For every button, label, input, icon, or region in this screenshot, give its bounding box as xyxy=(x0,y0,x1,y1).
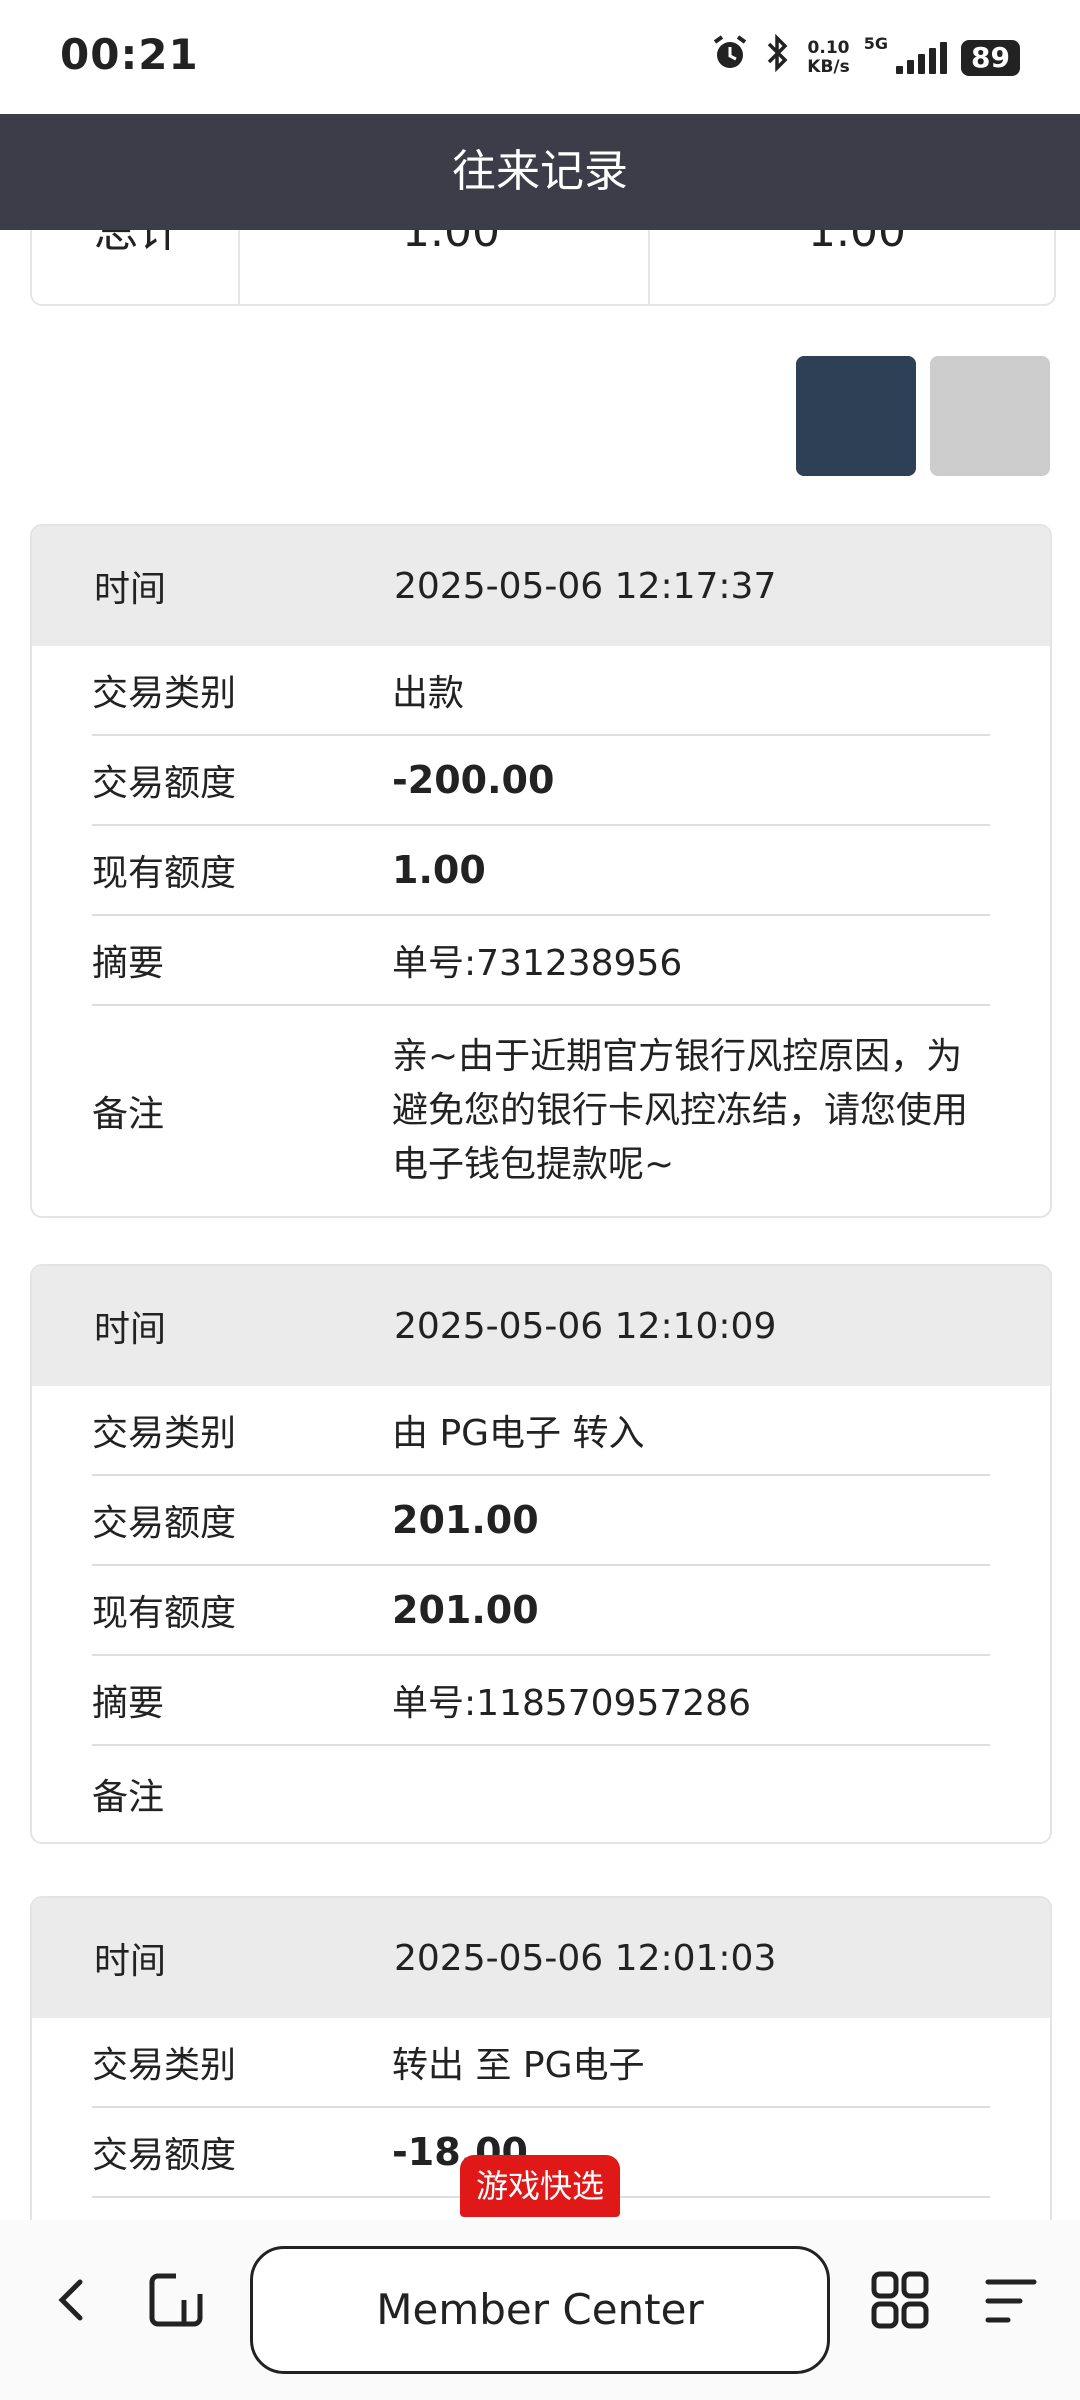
record-row-balance: 现有额度 201.00 xyxy=(92,1566,990,1656)
note-label: 备注 xyxy=(92,1094,165,1135)
alarm-icon xyxy=(711,34,749,81)
amount-value: -200.00 xyxy=(392,758,555,802)
battery-level: 89 xyxy=(961,39,1020,76)
bluetooth-icon xyxy=(763,33,793,81)
prev-page-button[interactable] xyxy=(796,356,916,476)
record-row-amount: 交易额度 201.00 xyxy=(92,1476,990,1566)
apps-grid-icon[interactable] xyxy=(870,2270,930,2330)
records-content[interactable]: 总计 1.00 1.00 时间 2025-05-06 12:17:37 交易类别… xyxy=(0,230,1080,2220)
summary-field-label: 摘要 xyxy=(92,943,165,984)
back-icon[interactable] xyxy=(50,2270,90,2330)
summary-field-value: 单号:731238956 xyxy=(392,943,683,984)
summary-divider xyxy=(238,230,240,304)
member-center-button[interactable]: Member Center xyxy=(250,2246,830,2374)
bottom-nav: Member Center xyxy=(0,2220,1080,2400)
summary-col2: 1.00 xyxy=(808,230,906,257)
amount-label: 交易额度 xyxy=(92,2135,237,2176)
record-card: 时间 2025-05-06 12:10:09 交易类别 由 PG电子 转入 交易… xyxy=(30,1264,1052,1844)
time-label: 时间 xyxy=(94,569,167,610)
summary-table: 总计 1.00 1.00 xyxy=(30,230,1056,306)
type-value: 转出 至 PG电子 xyxy=(392,2045,645,2086)
time-label: 时间 xyxy=(94,1309,167,1350)
page-title: 往来记录 xyxy=(452,146,628,197)
net-speed: 0.10 KB/s xyxy=(807,37,850,77)
status-time: 00:21 xyxy=(60,30,199,79)
signal-icon xyxy=(896,41,948,74)
time-value: 2025-05-06 12:17:37 xyxy=(394,565,777,607)
record-row-note: 备注 xyxy=(92,1746,990,1842)
status-icons: 0.10 KB/s 5G 89 xyxy=(711,33,1020,81)
time-value: 2025-05-06 12:10:09 xyxy=(394,1305,777,1347)
balance-value: 201.00 xyxy=(392,1588,539,1632)
note-value: 亲~由于近期官方银行风控原因，为避免您的银行卡风控冻结，请您使用电子钱包提款呢~ xyxy=(392,1036,969,1185)
record-header: 时间 2025-05-06 12:01:03 xyxy=(32,1898,1050,2018)
amount-label: 交易额度 xyxy=(92,1503,237,1544)
summary-divider xyxy=(648,230,650,304)
status-bar: 00:21 0.10 KB/s 5G 89 xyxy=(0,0,1080,114)
record-card: 时间 2025-05-06 12:17:37 交易类别 出款 交易额度 -200… xyxy=(30,524,1052,1218)
net-speed-value: 0.10 xyxy=(807,37,850,58)
record-row-balance: 现有额度 1.00 xyxy=(92,826,990,916)
amount-value: 201.00 xyxy=(392,1498,539,1542)
menu-icon[interactable] xyxy=(984,2276,1038,2326)
note-label: 备注 xyxy=(92,1777,165,1818)
next-page-button[interactable] xyxy=(930,356,1050,476)
record-row-summary: 摘要 单号:731238956 xyxy=(92,916,990,1006)
net-speed-unit: KB/s xyxy=(807,56,850,77)
summary-col1: 1.00 xyxy=(402,230,500,257)
summary-label: 总计 xyxy=(94,230,182,257)
type-label: 交易类别 xyxy=(92,673,237,714)
record-row-note: 备注 亲~由于近期官方银行风控原因，为避免您的银行卡风控冻结，请您使用电子钱包提… xyxy=(92,1006,990,1216)
tabs-icon[interactable] xyxy=(148,2272,204,2328)
type-value: 出款 xyxy=(392,673,465,714)
record-row-summary: 摘要 单号:118570957286 xyxy=(92,1656,990,1746)
amount-label: 交易额度 xyxy=(92,763,237,804)
record-row-amount: 交易额度 -200.00 xyxy=(92,736,990,826)
network-type: 5G xyxy=(863,34,889,53)
type-value: 由 PG电子 转入 xyxy=(392,1413,645,1454)
page-header: 往来记录 xyxy=(0,114,1080,230)
balance-label: 现有额度 xyxy=(92,1593,237,1634)
type-label: 交易类别 xyxy=(92,2045,237,2086)
time-label: 时间 xyxy=(94,1941,167,1982)
record-row-type: 交易类别 出款 xyxy=(92,646,990,736)
record-header: 时间 2025-05-06 12:10:09 xyxy=(32,1266,1050,1386)
balance-label: 现有额度 xyxy=(92,853,237,894)
game-quick-select-button[interactable]: 游戏快选 xyxy=(460,2155,620,2217)
balance-value: 1.00 xyxy=(392,848,486,892)
record-row-type: 交易类别 转出 至 PG电子 xyxy=(92,2018,990,2108)
time-value: 2025-05-06 12:01:03 xyxy=(394,1937,777,1979)
summary-field-label: 摘要 xyxy=(92,1683,165,1724)
summary-field-value: 单号:118570957286 xyxy=(392,1683,751,1724)
record-header: 时间 2025-05-06 12:17:37 xyxy=(32,526,1050,646)
record-row-type: 交易类别 由 PG电子 转入 xyxy=(92,1386,990,1476)
type-label: 交易类别 xyxy=(92,1413,237,1454)
